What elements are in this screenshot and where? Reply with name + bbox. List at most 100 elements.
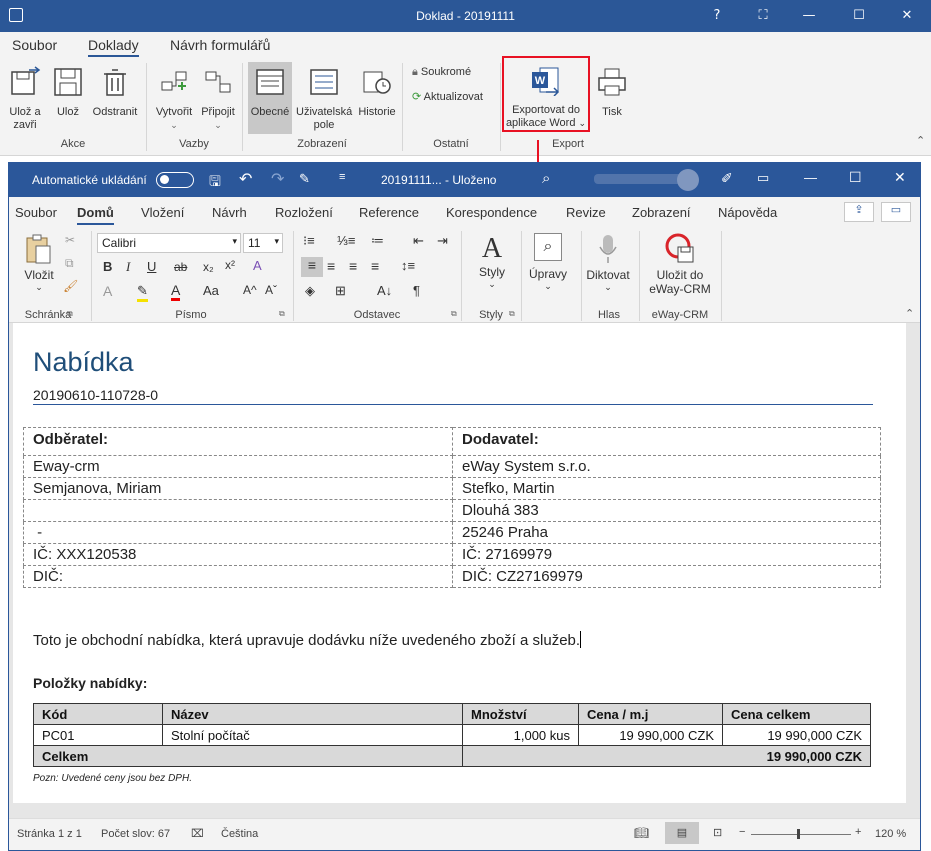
- line-spacing-icon[interactable]: ↕≡: [401, 258, 415, 273]
- show-marks-icon[interactable]: ¶: [413, 283, 420, 298]
- minimize-button[interactable]: —: [786, 0, 832, 32]
- tab-vlozeni[interactable]: Vložení: [141, 205, 184, 220]
- private-checkbox[interactable]: 🔒︎ Soukromé: [412, 66, 471, 79]
- highlight-color-icon[interactable]: ✎: [137, 283, 148, 302]
- fullscreen-icon[interactable]: ⛶: [740, 0, 786, 32]
- print-layout-icon[interactable]: ▤: [665, 822, 699, 844]
- format-painter-icon[interactable]: 🖌︎: [63, 279, 78, 293]
- tab-zobrazeni[interactable]: Zobrazení: [632, 205, 691, 220]
- close-button[interactable]: ✕: [884, 0, 930, 32]
- attach-button[interactable]: Připojit ⌄: [198, 66, 238, 132]
- tab-soubor[interactable]: Soubor: [12, 37, 57, 53]
- tab-navrh-formularu[interactable]: Návrh formulářů: [170, 37, 270, 53]
- zoom-slider[interactable]: [751, 834, 851, 835]
- zoom-slider-handle[interactable]: [797, 829, 800, 839]
- undo-icon[interactable]: ↶: [239, 169, 252, 189]
- subscript-button[interactable]: x₂: [203, 260, 214, 274]
- document-page[interactable]: Nabídka 20190610-110728-0 Odběratel: Dod…: [13, 323, 906, 803]
- font-size-select[interactable]: 11 ▾: [243, 233, 283, 253]
- redo-icon[interactable]: ↷: [271, 169, 284, 189]
- strikethrough-button[interactable]: ab: [174, 260, 187, 274]
- history-button[interactable]: Historie: [356, 66, 398, 119]
- avatar[interactable]: [677, 169, 699, 191]
- bold-button[interactable]: B: [103, 259, 112, 274]
- tab-napoveda[interactable]: Nápověda: [718, 205, 777, 220]
- web-layout-icon[interactable]: ⊡: [713, 826, 722, 839]
- increase-indent-icon[interactable]: ⇥: [437, 233, 448, 249]
- dialog-launcher-icon[interactable]: ⧉: [279, 309, 285, 319]
- minimize-button[interactable]: —: [804, 170, 817, 185]
- save-to-eway-button[interactable]: Uložit do eWay-CRM: [645, 233, 715, 296]
- justify-button[interactable]: ≡: [371, 258, 379, 274]
- bullets-icon[interactable]: ⁝≡: [303, 233, 315, 249]
- tab-rozlozeni[interactable]: Rozložení: [275, 205, 333, 220]
- share-button[interactable]: ⇪: [844, 202, 874, 222]
- help-icon[interactable]: ?: [694, 0, 740, 32]
- close-button[interactable]: ✕: [894, 169, 906, 186]
- dialog-launcher-icon[interactable]: ⧉: [509, 309, 515, 319]
- save-button[interactable]: Ulož: [50, 66, 86, 119]
- tab-soubor[interactable]: Soubor: [15, 205, 57, 220]
- zoom-level[interactable]: 120 %: [875, 828, 906, 840]
- tab-korespondence[interactable]: Korespondence: [446, 205, 537, 220]
- tab-domu[interactable]: Domů: [77, 205, 114, 225]
- font-name-select[interactable]: Calibri ▾: [97, 233, 241, 253]
- tab-doklady[interactable]: Doklady: [88, 37, 139, 57]
- styles-button[interactable]: A Styly ⌄: [473, 233, 511, 290]
- zoom-out-icon[interactable]: −: [739, 826, 745, 838]
- save-close-button[interactable]: Ulož a zavři: [4, 66, 46, 132]
- sort-icon[interactable]: A↓: [377, 283, 392, 298]
- page-count[interactable]: Stránka 1 z 1: [17, 828, 82, 840]
- tab-reference[interactable]: Reference: [359, 205, 419, 220]
- decrease-indent-icon[interactable]: ⇤: [413, 233, 424, 249]
- ribbon-display-icon[interactable]: ▭: [757, 170, 769, 186]
- tab-revize[interactable]: Revize: [566, 205, 606, 220]
- change-case-icon[interactable]: Aa: [203, 283, 219, 298]
- align-center-button[interactable]: ≡: [327, 258, 335, 274]
- delete-button[interactable]: Odstranit: [90, 66, 140, 119]
- paste-button[interactable]: Vložit ⌄: [21, 233, 57, 293]
- maximize-button[interactable]: ☐: [849, 169, 862, 186]
- multilevel-list-icon[interactable]: ≔: [371, 233, 384, 249]
- align-right-button[interactable]: ≡: [349, 258, 357, 274]
- copy-icon[interactable]: ⧉: [65, 256, 74, 271]
- refresh-button[interactable]: ⟳ Aktualizovat: [412, 90, 483, 103]
- comments-button[interactable]: ▭: [881, 202, 911, 222]
- grow-font-icon[interactable]: A^: [243, 283, 257, 297]
- cut-icon[interactable]: ✂: [65, 233, 75, 247]
- autosave-toggle[interactable]: [156, 172, 194, 188]
- collapse-ribbon-icon[interactable]: ⌃: [905, 307, 914, 320]
- borders-icon[interactable]: ⊞: [335, 283, 346, 299]
- tab-navrh[interactable]: Návrh: [212, 205, 247, 220]
- collapse-ribbon-icon[interactable]: ⌃: [916, 134, 925, 147]
- search-icon[interactable]: ⌕: [542, 170, 550, 187]
- user-fields-button[interactable]: Uživatelská pole: [296, 66, 352, 132]
- numbering-icon[interactable]: ⅓≡: [337, 233, 355, 248]
- export-to-word-button[interactable]: W Exportovat do aplikace Word ⌄: [502, 56, 590, 132]
- vertical-scrollbar[interactable]: [908, 323, 920, 818]
- word-count[interactable]: Počet slov: 67: [101, 828, 170, 840]
- create-button[interactable]: Vytvořit ⌄: [152, 66, 196, 132]
- customize-qat-icon[interactable]: ≡: [339, 171, 345, 183]
- save-icon[interactable]: 🖫︎: [209, 171, 221, 195]
- editing-button[interactable]: ⌕ Úpravy ⌄: [527, 233, 569, 292]
- language[interactable]: Čeština: [221, 828, 258, 840]
- pen-icon[interactable]: ✐: [721, 170, 733, 187]
- dictate-button[interactable]: Diktovat ⌄: [583, 233, 633, 293]
- shading-icon[interactable]: ◈: [305, 283, 315, 299]
- text-effects-icon[interactable]: A: [103, 283, 112, 299]
- proofing-icon[interactable]: ⌧: [191, 827, 204, 840]
- dialog-launcher-icon[interactable]: ⧉: [67, 309, 73, 319]
- user-name-blurred[interactable]: [594, 174, 684, 184]
- clear-formatting-icon[interactable]: A: [253, 258, 262, 273]
- draw-icon[interactable]: ✎: [299, 171, 310, 187]
- align-left-button[interactable]: ≡: [301, 257, 323, 277]
- general-view-button[interactable]: Obecné: [248, 62, 292, 134]
- zoom-in-icon[interactable]: +: [855, 826, 861, 838]
- maximize-button[interactable]: ☐: [836, 0, 882, 32]
- italic-button[interactable]: I: [126, 259, 130, 275]
- superscript-button[interactable]: x²: [225, 258, 235, 272]
- dialog-launcher-icon[interactable]: ⧉: [451, 309, 457, 319]
- read-mode-icon[interactable]: 📖︎: [634, 826, 649, 840]
- shrink-font-icon[interactable]: Aˇ: [265, 283, 277, 297]
